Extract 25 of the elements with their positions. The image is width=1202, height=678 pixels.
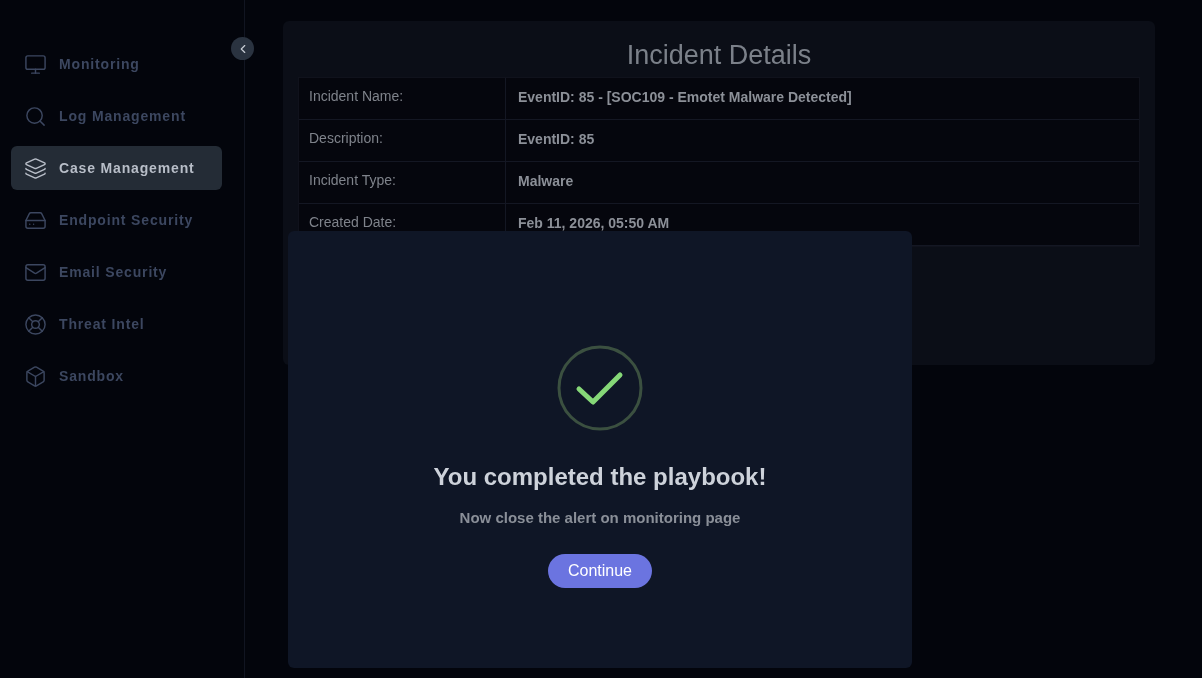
field-value: Feb 11, 2026, 05:50 AM	[517, 214, 670, 233]
collapse-button[interactable]	[231, 37, 254, 60]
check-circle-icon	[557, 345, 643, 431]
monitor-icon	[24, 52, 47, 76]
dialog-message: Now close the alert on monitoring page	[459, 508, 741, 528]
panel-title: Incident Details	[625, 39, 813, 72]
sidebar-item[interactable]: Case Management	[11, 146, 222, 190]
continue-button[interactable]: Continue	[547, 553, 652, 588]
field-value: EventID: 85 - [SOC109 - Emotet Malware Detected]	[517, 88, 852, 107]
sidebar-item[interactable]: Email Security	[11, 250, 222, 294]
field-value: Malware	[517, 172, 574, 191]
sidebar-item[interactable]: Monitoring	[11, 42, 222, 86]
sidebar-item[interactable]: Endpoint Security	[11, 198, 222, 242]
field-label: Incident Type:	[299, 162, 506, 203]
field-label: Incident Name:	[299, 78, 506, 119]
dialog-title: You completed the playbook!	[433, 462, 767, 492]
lifebuoy-icon	[24, 312, 47, 336]
field-label: Description:	[299, 120, 506, 161]
cube-icon	[24, 364, 47, 388]
sidebar-item[interactable]: Log Management	[11, 94, 222, 138]
layers-icon	[24, 156, 47, 180]
sidebar-item[interactable]: Threat Intel	[11, 302, 222, 346]
sidebar-item[interactable]: Sandbox	[11, 354, 222, 398]
field-value: EventID: 85	[517, 130, 595, 149]
search-icon	[24, 104, 47, 128]
